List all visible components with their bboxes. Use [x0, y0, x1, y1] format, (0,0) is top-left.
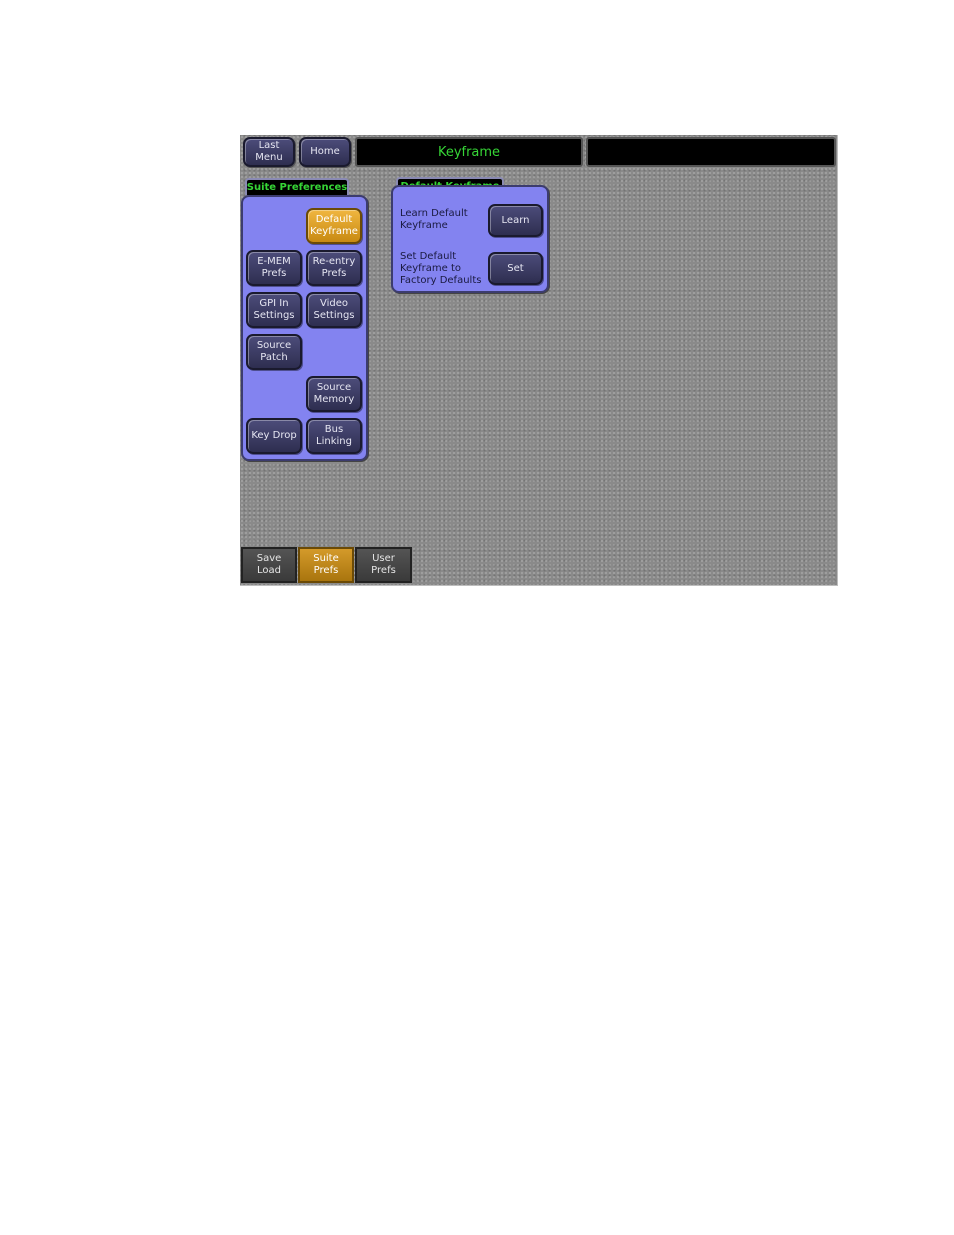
- secondary-title-box: [586, 137, 836, 167]
- default-keyframe-panel: Learn Default Keyframe Learn Set Default…: [391, 185, 549, 293]
- set-factory-defaults-label: Set Default Keyframe to Factory Defaults: [400, 251, 482, 286]
- learn-default-keyframe-label: Learn Default Keyframe: [400, 208, 468, 231]
- key-drop-button[interactable]: Key Drop: [246, 418, 302, 454]
- page-title: Keyframe: [355, 137, 583, 167]
- keyframe-menu-screen: Last Menu Home Keyframe Suite Preference…: [240, 135, 838, 586]
- emem-prefs-button[interactable]: E-MEM Prefs: [246, 250, 302, 286]
- bus-linking-button[interactable]: Bus Linking: [306, 418, 362, 454]
- reentry-prefs-button[interactable]: Re-entry Prefs: [306, 250, 362, 286]
- set-button[interactable]: Set: [488, 252, 543, 285]
- video-settings-button[interactable]: Video Settings: [306, 292, 362, 328]
- last-menu-button[interactable]: Last Menu: [243, 137, 295, 167]
- source-memory-button[interactable]: Source Memory: [306, 376, 362, 412]
- learn-button[interactable]: Learn: [488, 204, 543, 237]
- home-button[interactable]: Home: [299, 137, 351, 167]
- suite-prefs-tab[interactable]: Suite Prefs: [298, 547, 354, 583]
- source-patch-button[interactable]: Source Patch: [246, 334, 302, 370]
- save-load-tab[interactable]: Save Load: [241, 547, 297, 583]
- default-keyframe-button[interactable]: Default Keyframe: [306, 208, 362, 244]
- suite-preferences-panel: Default Keyframe E-MEM Prefs Re-entry Pr…: [241, 195, 368, 461]
- gpi-in-settings-button[interactable]: GPI In Settings: [246, 292, 302, 328]
- suite-preferences-tab: Suite Preferences: [245, 178, 349, 195]
- user-prefs-tab[interactable]: User Prefs: [355, 547, 412, 583]
